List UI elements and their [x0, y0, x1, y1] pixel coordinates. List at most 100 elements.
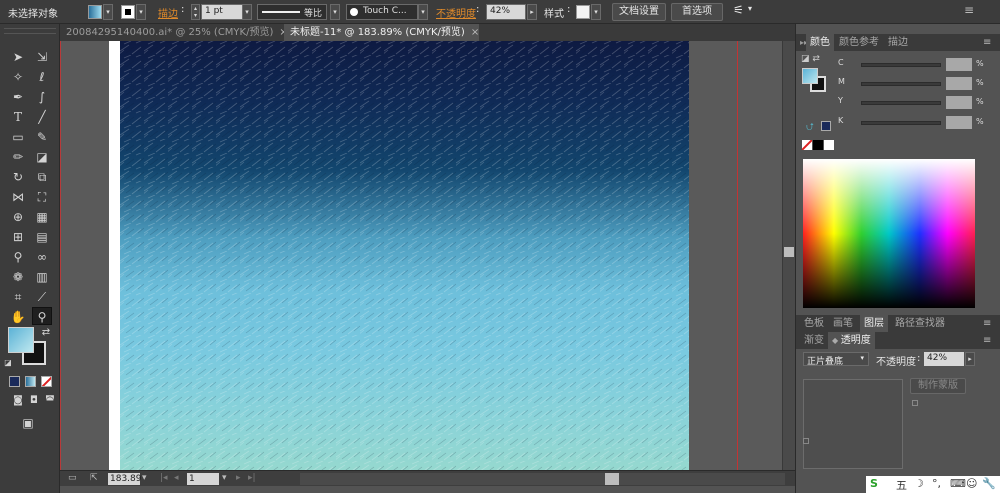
magenta-track[interactable]: [861, 82, 941, 86]
curvature-tool-icon[interactable]: ∫: [32, 88, 52, 106]
pen-tool-icon[interactable]: ✒: [8, 88, 28, 106]
share-icon[interactable]: ⇱: [90, 473, 98, 483]
blend-mode-select[interactable]: 正片叠底 ▾: [803, 352, 869, 366]
brush-select[interactable]: Touch C...: [346, 4, 418, 20]
pencil-tool-icon[interactable]: ✏: [8, 148, 28, 166]
style-swatch[interactable]: [576, 5, 590, 19]
rectangle-tool-icon[interactable]: ▭: [8, 128, 28, 146]
default-colors-icon[interactable]: ◪: [2, 354, 14, 372]
keyboard-icon[interactable]: ⌨: [950, 477, 966, 490]
eyedropper-tool-icon[interactable]: ⚲: [8, 248, 28, 266]
gradient-tool-icon[interactable]: ▤: [32, 228, 52, 246]
out-of-gamut-icon[interactable]: ⮍: [806, 120, 814, 137]
tab-transparency[interactable]: ◆ 透明度: [828, 332, 875, 349]
mesh-tool-icon[interactable]: ⊞: [8, 228, 28, 246]
style-arrow[interactable]: ▾: [591, 4, 601, 20]
black-track[interactable]: [861, 121, 941, 125]
wrench-icon[interactable]: 🔧: [982, 477, 996, 490]
make-mask-button[interactable]: 制作蒙版: [910, 378, 966, 394]
opacity-arrow[interactable]: ▸: [527, 4, 537, 20]
artboard-gradient[interactable]: [120, 41, 689, 470]
swap-colors-icon[interactable]: ⇄: [39, 324, 53, 342]
line-tool-icon[interactable]: ╱: [32, 108, 52, 126]
horizontal-scroll-thumb[interactable]: [605, 473, 619, 485]
color-mode-icon[interactable]: [9, 376, 20, 387]
type-tool-icon[interactable]: T: [8, 108, 28, 126]
stroke-profile-arrow[interactable]: ▾: [330, 4, 340, 20]
tab-swatches[interactable]: 色板: [800, 315, 828, 332]
magenta-slider[interactable]: M %: [806, 77, 996, 91]
object-thumbnail[interactable]: [803, 379, 903, 469]
fill-dropdown-arrow[interactable]: ▾: [103, 4, 113, 20]
brush-arrow[interactable]: ▾: [418, 4, 428, 20]
next-artboard-icon[interactable]: ▸: [236, 473, 241, 483]
preferences-button[interactable]: 首选项: [671, 3, 723, 21]
stroke-swatch[interactable]: [121, 5, 135, 19]
opacity-label[interactable]: 不透明度: [436, 5, 476, 20]
tab-stroke[interactable]: 描边: [884, 34, 912, 51]
magenta-value[interactable]: [946, 77, 972, 90]
cyan-value[interactable]: [946, 58, 972, 71]
vertical-scrollbar[interactable]: [782, 41, 795, 470]
artboard-number-field[interactable]: 1: [187, 473, 219, 485]
draw-inside-icon[interactable]: ◚: [40, 392, 60, 410]
stroke-dropdown-arrow[interactable]: ▾: [136, 4, 146, 20]
black-value[interactable]: [946, 116, 972, 129]
moon-icon[interactable]: ☽: [914, 477, 924, 490]
shape-builder-tool-icon[interactable]: ⊕: [8, 208, 28, 226]
free-transform-tool-icon[interactable]: ⛶: [32, 188, 52, 206]
panel-options-icon[interactable]: ≡: [979, 34, 995, 51]
document-setup-button[interactable]: 文档设置: [612, 3, 666, 21]
stroke-weight-arrow[interactable]: ▾: [242, 4, 252, 20]
magic-wand-tool-icon[interactable]: ✧: [8, 68, 28, 86]
opacity-input[interactable]: 42%: [486, 4, 526, 20]
cyan-slider[interactable]: C %: [806, 58, 996, 72]
artboard-select-icon[interactable]: ▾: [222, 473, 227, 483]
canvas-area[interactable]: [60, 41, 782, 470]
close-icon[interactable]: ×: [471, 27, 479, 38]
width-tool-icon[interactable]: ⋈: [8, 188, 28, 206]
color-spectrum[interactable]: [803, 159, 975, 308]
tab-gradient[interactable]: 渐变: [800, 332, 828, 349]
horizontal-scrollbar[interactable]: [300, 473, 785, 485]
yellow-slider[interactable]: Y %: [806, 96, 996, 110]
fill-color-box[interactable]: [8, 327, 34, 353]
zoom-tool-icon[interactable]: ⚲: [32, 307, 52, 325]
blend-tool-icon[interactable]: ∞: [32, 248, 52, 266]
tab-color-guide[interactable]: 颜色参考: [835, 34, 883, 51]
white-swatch[interactable]: [824, 140, 834, 150]
none-mode-icon[interactable]: [41, 376, 52, 387]
stroke-profile-select[interactable]: 等比: [257, 4, 327, 20]
vertical-scroll-thumb[interactable]: [784, 247, 794, 257]
layers-options-icon[interactable]: ≡: [979, 315, 995, 332]
artboard-tool-icon[interactable]: ⌗: [8, 288, 28, 306]
punctuation-icon[interactable]: °,: [932, 477, 941, 490]
isolate-blending-checkbox[interactable]: [803, 438, 809, 444]
panel-fill-swatch[interactable]: [802, 68, 818, 84]
fill-swatch[interactable]: [88, 5, 102, 19]
clip-checkbox[interactable]: [912, 400, 918, 406]
perspective-grid-tool-icon[interactable]: ▦: [32, 208, 52, 226]
tab-document-1[interactable]: 20084295140400.ai* @ 25% (CMYK/预览)×: [60, 24, 288, 41]
slice-tool-icon[interactable]: ⟋: [32, 288, 52, 306]
black-swatch[interactable]: [813, 140, 823, 150]
first-artboard-icon[interactable]: |◂: [160, 473, 168, 483]
lasso-tool-icon[interactable]: ℓ: [32, 68, 52, 86]
tab-document-2[interactable]: 未标题-11* @ 183.89% (CMYK/预览) ×: [284, 24, 479, 41]
selection-tool-icon[interactable]: ➤: [8, 48, 28, 66]
prev-artboard-icon[interactable]: ◂: [174, 473, 179, 483]
yellow-track[interactable]: [861, 101, 941, 105]
tab-layers[interactable]: 图层: [860, 315, 888, 332]
black-slider[interactable]: K %: [806, 116, 996, 130]
sogou-icon[interactable]: S: [870, 477, 878, 490]
stroke-weight-stepper[interactable]: ▴ ▾: [191, 4, 200, 20]
tab-color[interactable]: 颜色: [806, 34, 834, 51]
yellow-value[interactable]: [946, 96, 972, 109]
panel-menu-icon[interactable]: ≡: [964, 3, 974, 17]
tools-grip[interactable]: [4, 28, 56, 34]
direct-selection-tool-icon[interactable]: ⇲: [32, 48, 52, 66]
artboard-nav-icon[interactable]: ▭: [68, 473, 77, 483]
tab-pathfinder[interactable]: 路径查找器: [891, 315, 949, 332]
last-artboard-icon[interactable]: ▸|: [248, 473, 256, 483]
ime-mode-label[interactable]: 五: [896, 477, 907, 493]
